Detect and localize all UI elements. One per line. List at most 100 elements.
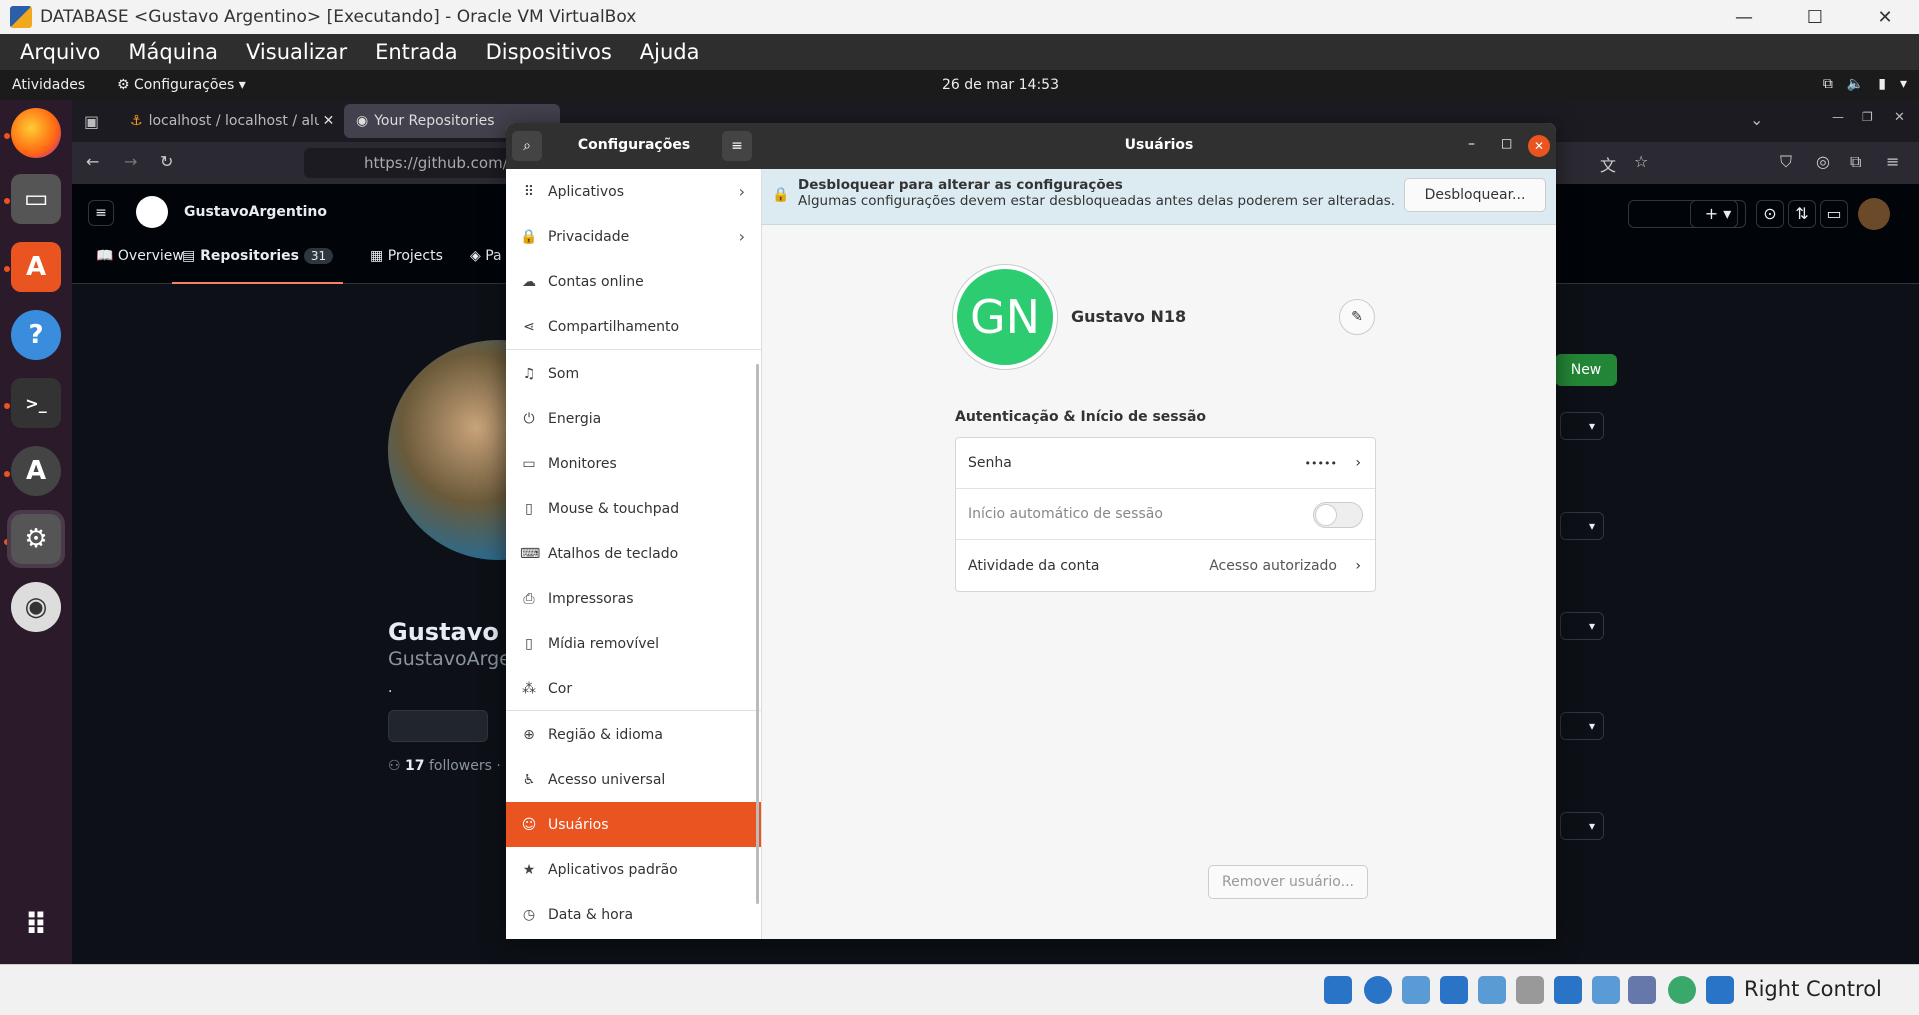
tab-overview[interactable]: 📖 Overview — [96, 248, 184, 264]
settings-icon[interactable]: ⚙ — [7, 510, 65, 568]
menu-entrada[interactable]: Entrada — [375, 40, 458, 64]
back-icon[interactable]: ← — [86, 152, 99, 171]
sidebar-item-star[interactable]: ★ Aplicativos padrão — [506, 847, 761, 892]
tab-list-icon[interactable]: ▣ — [84, 112, 99, 131]
pull-requests-icon[interactable]: ⇅ — [1788, 200, 1816, 228]
sidebar-item-color[interactable]: ⁂ Cor — [506, 666, 761, 711]
autologin-toggle[interactable] — [1313, 502, 1363, 528]
edit-profile-button[interactable] — [388, 710, 488, 742]
network-adapter-icon[interactable] — [1440, 976, 1468, 1004]
sidebar-item-globe[interactable]: ⊕ Região & idioma — [506, 712, 761, 757]
followers-info[interactable]: ⚇ 17 followers · 17 — [388, 758, 523, 774]
sidebar-item-apps-grid[interactable]: ⠿ Aplicativos › — [506, 169, 761, 214]
cpu-icon[interactable] — [1628, 976, 1656, 1004]
mouse-integration-icon[interactable] — [1706, 976, 1734, 1004]
user-avatar-initials[interactable]: GN — [957, 269, 1053, 365]
files-icon[interactable]: ▭ — [11, 174, 61, 224]
usb-icon[interactable] — [1478, 976, 1506, 1004]
star-dropdown-3[interactable]: ▾ — [1560, 612, 1604, 640]
sidebar-item-keyboard[interactable]: ⌨ Atalhos de teclado — [506, 531, 761, 576]
password-row[interactable]: Senha ••••• › — [956, 438, 1375, 489]
guest-additions-icon[interactable] — [1668, 976, 1696, 1004]
sidebar-item-music-note[interactable]: ♫ Som — [506, 351, 761, 396]
list-all-tabs-icon[interactable]: ⌄ — [1750, 110, 1763, 129]
tab-repositories[interactable]: ▤ Repositories 31 — [172, 240, 344, 284]
star-dropdown-4[interactable]: ▾ — [1560, 712, 1604, 740]
recording-icon[interactable] — [1592, 976, 1620, 1004]
disc-icon[interactable]: ◉ — [11, 582, 61, 632]
star-dropdown-1[interactable]: ▾ — [1560, 412, 1604, 440]
updater-icon[interactable]: A — [11, 446, 61, 496]
tab-projects[interactable]: ▦ Projects — [370, 248, 443, 264]
maximize-icon[interactable]: ☐ — [1780, 0, 1850, 34]
clock[interactable]: 26 de mar 14:53 — [942, 77, 1059, 93]
settings-maximize-icon[interactable]: □ — [1501, 136, 1512, 150]
system-tray[interactable]: ⧉ 🔈 ▮ ▾ — [1823, 76, 1907, 92]
translate-icon[interactable]: 文 — [1600, 152, 1616, 176]
forward-icon[interactable]: → — [124, 152, 137, 171]
ff-close-icon[interactable]: ✕ — [1894, 110, 1905, 125]
ff-restore-icon[interactable]: ❐ — [1862, 110, 1873, 124]
optical-drive-icon[interactable] — [1364, 976, 1392, 1004]
activities-button[interactable]: Atividades — [12, 77, 85, 93]
menu-visualizar[interactable]: Visualizar — [246, 40, 347, 64]
extensions-icon[interactable]: ⧉ — [1850, 152, 1861, 172]
sidebar-item-clock[interactable]: ◷ Data & hora — [506, 892, 761, 937]
github-logo-icon[interactable] — [136, 196, 168, 228]
new-repo-button[interactable]: New — [1555, 354, 1617, 386]
shared-folders-icon[interactable] — [1516, 976, 1544, 1004]
sidebar-item-lock[interactable]: 🔒 Privacidade › — [506, 214, 761, 259]
settings-minimize-icon[interactable]: – — [1468, 136, 1475, 152]
usb-icon: ▯ — [525, 635, 533, 652]
edit-name-icon[interactable]: ✎ — [1339, 299, 1375, 335]
software-icon[interactable]: A — [11, 242, 61, 292]
hamburger-icon[interactable]: ≡ — [88, 200, 114, 226]
tab-packages[interactable]: ◈ Pa — [470, 248, 502, 264]
reload-icon[interactable]: ↻ — [160, 152, 173, 171]
audio-icon[interactable] — [1402, 976, 1430, 1004]
show-apps-icon[interactable]: ⠿ — [11, 900, 61, 950]
sidebar-item-usb[interactable]: ▯ Mídia removível — [506, 621, 761, 666]
remove-user-button[interactable]: Remover usuário... — [1208, 865, 1368, 899]
bookmark-star-icon[interactable]: ☆ — [1634, 152, 1648, 171]
star-dropdown-2[interactable]: ▾ — [1560, 512, 1604, 540]
minimize-icon[interactable]: — — [1709, 0, 1779, 34]
menu-ajuda[interactable]: Ajuda — [640, 40, 700, 64]
github-username[interactable]: GustavoArgentino — [184, 204, 327, 220]
sidebar-item-printer[interactable]: ⎙ Impressoras — [506, 576, 761, 621]
close-icon[interactable]: ✕ — [1850, 0, 1919, 34]
settings-close-icon[interactable]: ✕ — [1528, 135, 1550, 157]
sidebar-item-monitor[interactable]: ▭ Monitores — [506, 441, 761, 486]
sidebar-item-user[interactable]: ☺ Usuários — [506, 802, 761, 847]
account-icon[interactable]: ◎ — [1816, 152, 1830, 171]
sidebar-item-mouse[interactable]: ▯ Mouse & touchpad — [506, 486, 761, 531]
star-dropdown-5[interactable]: ▾ — [1560, 812, 1604, 840]
menu-dispositivos[interactable]: Dispositivos — [486, 40, 612, 64]
unlock-button[interactable]: Desbloquear... — [1404, 178, 1546, 212]
help-icon[interactable]: ? — [11, 310, 61, 360]
sidebar-item-power[interactable]: ⏻ Energia — [506, 396, 761, 441]
inbox-icon[interactable]: ▭ — [1820, 200, 1848, 228]
firefox-icon[interactable] — [11, 108, 61, 158]
create-new-button[interactable]: + ▾ — [1690, 200, 1746, 228]
hdd-icon[interactable] — [1324, 976, 1352, 1004]
ff-minimize-icon[interactable]: — — [1832, 110, 1844, 124]
display-icon[interactable] — [1554, 976, 1582, 1004]
terminal-icon[interactable]: >_ — [11, 378, 61, 428]
close-tab-icon[interactable]: ✕ — [323, 113, 335, 129]
menu-icon[interactable]: ≡ — [1886, 152, 1899, 171]
tab-localhost[interactable]: ⚓ localhost / localhost / alu ✕ — [118, 104, 336, 138]
account-activity-row[interactable]: Atividade da conta Acesso autorizado › — [956, 540, 1375, 591]
page-title: Usuários — [1124, 137, 1194, 153]
sidebar-item-accessibility[interactable]: ♿ Acesso universal — [506, 757, 761, 802]
app-menu[interactable]: ⚙ Configurações ▾ — [117, 77, 246, 93]
pocket-icon[interactable]: ⛉ — [1780, 152, 1792, 172]
menu-arquivo[interactable]: Arquivo — [20, 40, 100, 64]
sidebar-item-cloud[interactable]: ☁ Contas online — [506, 259, 761, 304]
issues-icon[interactable]: ⊙ — [1756, 200, 1784, 228]
menu-maquina[interactable]: Máquina — [128, 40, 218, 64]
user-avatar[interactable] — [1858, 198, 1890, 230]
sidebar-item-share[interactable]: ⋖ Compartilhamento — [506, 304, 761, 349]
hamburger-menu-icon[interactable]: ≡ — [722, 131, 752, 161]
sidebar-scrollbar[interactable] — [756, 364, 759, 904]
